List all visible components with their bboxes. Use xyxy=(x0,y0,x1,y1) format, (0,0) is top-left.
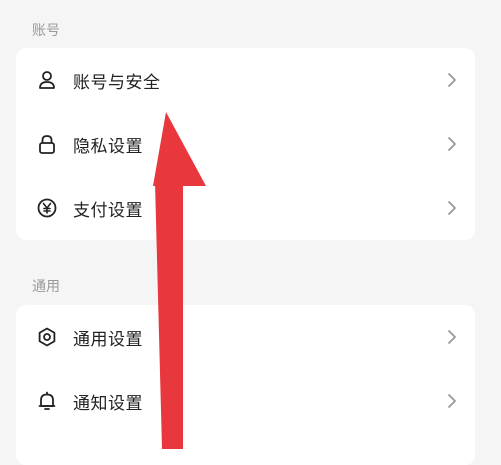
account-security-label: 账号与安全 xyxy=(73,72,161,93)
gear-icon xyxy=(36,326,58,348)
chevron-right-icon xyxy=(445,135,459,153)
payment-settings-label: 支付设置 xyxy=(73,200,143,221)
account-security-row[interactable]: 账号与安全 xyxy=(16,48,475,112)
chevron-right-icon xyxy=(445,71,459,89)
privacy-settings-row[interactable]: 隐私设置 xyxy=(16,112,475,176)
notification-settings-row[interactable]: 通知设置 xyxy=(16,369,475,433)
section-title-account: 账号 xyxy=(32,23,60,39)
notification-settings-label: 通知设置 xyxy=(73,393,143,414)
privacy-settings-label: 隐私设置 xyxy=(73,136,143,157)
general-settings-label: 通用设置 xyxy=(73,329,143,350)
person-icon xyxy=(36,69,58,91)
lock-icon xyxy=(36,133,58,155)
chevron-right-icon xyxy=(445,328,459,346)
payment-settings-row[interactable]: 支付设置 xyxy=(16,176,475,240)
bell-icon xyxy=(36,390,58,412)
general-settings-group: 通用设置 通知设置 xyxy=(16,305,475,465)
chevron-right-icon xyxy=(445,199,459,217)
account-settings-group: 账号与安全 隐私设置 支付设置 xyxy=(16,48,475,240)
section-title-general: 通用 xyxy=(32,279,60,295)
chevron-right-icon xyxy=(445,392,459,410)
yen-icon xyxy=(36,197,58,219)
general-settings-row[interactable]: 通用设置 xyxy=(16,305,475,369)
